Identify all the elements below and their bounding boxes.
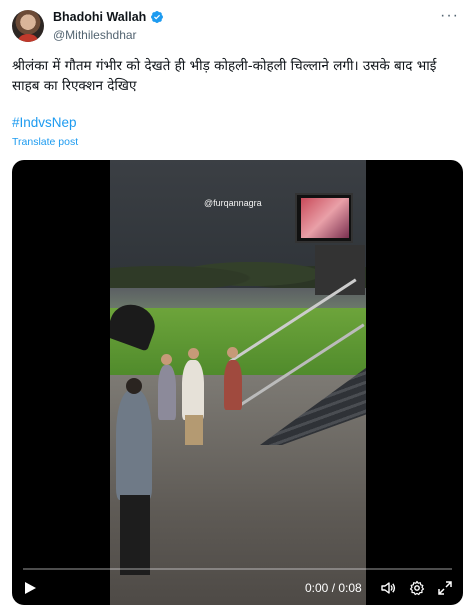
verified-badge-icon bbox=[151, 11, 164, 23]
video-scene-person-head bbox=[188, 348, 199, 359]
video-controls: 0:00 / 0:08 bbox=[12, 569, 463, 605]
author-display-name[interactable]: Bhadohi Wallah bbox=[53, 10, 146, 24]
video-frame[interactable]: @furqannagra bbox=[110, 160, 366, 605]
more-dots-icon: ··· bbox=[440, 7, 459, 24]
author-handle[interactable]: @Mithileshdhar bbox=[53, 28, 137, 42]
more-options-button[interactable]: ··· bbox=[440, 8, 459, 24]
video-scene-person-head bbox=[126, 378, 142, 394]
play-icon[interactable] bbox=[23, 581, 37, 595]
video-scene-scoreboard bbox=[295, 193, 353, 243]
author-avatar[interactable] bbox=[12, 10, 44, 42]
video-scene-person bbox=[224, 360, 242, 410]
video-scene-person-head bbox=[227, 347, 238, 358]
volume-icon[interactable] bbox=[380, 580, 396, 596]
post-text: श्रीलंका में गौतम गंभीर को देखते ही भीड़… bbox=[12, 58, 437, 94]
hashtag-link[interactable]: #IndvsNep bbox=[12, 115, 77, 130]
author-name-row: Bhadohi Wallah bbox=[53, 10, 164, 24]
settings-gear-icon[interactable] bbox=[409, 580, 425, 596]
video-scene-person bbox=[182, 360, 204, 420]
video-scene-scoreboard-screen bbox=[301, 198, 349, 238]
video-watermark: @furqannagra bbox=[204, 198, 262, 208]
video-time: 0:00 / 0:08 bbox=[305, 581, 362, 595]
video-player[interactable]: @furqannagra 0:00 / 0:08 bbox=[12, 160, 463, 605]
translate-post-link[interactable]: Translate post bbox=[12, 136, 78, 148]
video-scene-person-legs bbox=[185, 415, 203, 445]
video-scene-person bbox=[158, 365, 176, 420]
video-scene-person-legs bbox=[120, 495, 150, 575]
video-scene-person-head bbox=[161, 354, 172, 365]
fullscreen-icon[interactable] bbox=[437, 580, 453, 596]
post-card[interactable]: Bhadohi Wallah @Mithileshdhar ··· श्रीलं… bbox=[0, 0, 471, 605]
video-scene-person bbox=[116, 390, 152, 500]
